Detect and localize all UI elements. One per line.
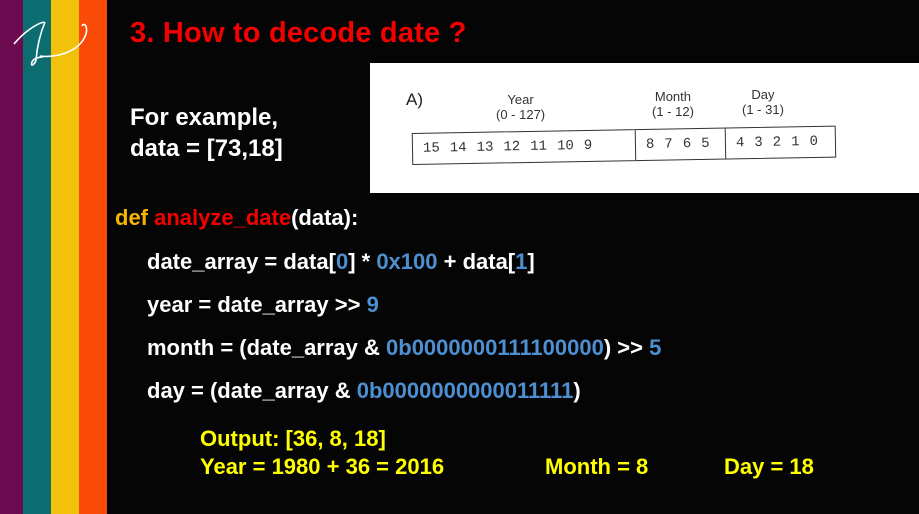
example-line-1: For example, — [130, 104, 279, 131]
bit-segment-year: 15 14 13 12 11 10 9 — [413, 130, 635, 164]
output-month: Month = 8 — [545, 454, 649, 479]
output-result-line: Year = 1980 + 36 = 2016 Month = 8 Day = … — [200, 454, 814, 480]
bit-layout-diagram: A) Year (0 - 127) Month (1 - 12) Day (1 … — [370, 63, 919, 193]
field-header-year: Year (0 - 127) — [496, 92, 545, 122]
bit-cell: 15 — [422, 140, 440, 157]
code-number: 0x100 — [376, 249, 438, 274]
bit-box: 15 14 13 12 11 10 9 8 7 6 5 4 3 2 1 0 — [411, 125, 837, 165]
code-text: ) — [573, 378, 581, 403]
output-day: Day = 18 — [724, 454, 814, 479]
field-name: Month — [654, 89, 692, 104]
bit-cell: 7 — [664, 136, 673, 153]
bit-cell: 13 — [476, 139, 494, 156]
code-line-date-array: date_array = data[0] * 0x100 + data[1] — [147, 249, 535, 275]
code-line-day: day = (date_array & 0b0000000000011111) — [147, 378, 581, 404]
output-line: Output: [36, 8, 18] — [200, 426, 386, 451]
code-number: 0b0000000111100000 — [386, 335, 604, 360]
code-text: day = (date_array & — [147, 378, 357, 403]
bit-cell: 2 — [772, 134, 782, 151]
stripe-teal — [23, 0, 51, 514]
stripe-yellow — [51, 0, 79, 514]
code-text: + data[ — [437, 249, 516, 274]
output-year: Year = 1980 + 36 = 2016 — [200, 454, 445, 479]
slide-title: 3. How to decode date ? — [130, 17, 467, 49]
code-keyword: def — [115, 205, 148, 230]
bit-cell: 4 — [735, 135, 745, 152]
code-text: ] — [527, 249, 535, 274]
bit-segment-month: 8 7 6 5 — [634, 128, 726, 161]
code-line-month: month = (date_array & 0b0000000111100000… — [147, 335, 661, 361]
code-line-def: def analyze_date(data): — [115, 205, 358, 231]
code-number: 9 — [366, 292, 379, 317]
bit-cell: 11 — [530, 138, 548, 155]
bit-cell: 6 — [682, 136, 692, 153]
stripe-purple — [0, 0, 23, 514]
field-name: Year — [507, 92, 534, 107]
field-header-month: Month (1 - 12) — [652, 89, 694, 119]
code-function-name: analyze_date — [154, 205, 292, 230]
bit-cell: 1 — [791, 134, 800, 151]
bit-cell: 0 — [809, 133, 819, 151]
bit-cell: 12 — [503, 139, 521, 156]
example-line-2: data = [73,18] — [130, 135, 283, 162]
code-text: ] * — [348, 249, 377, 274]
bit-segment-day: 4 3 2 1 0 — [724, 126, 836, 159]
bit-cell: 14 — [449, 140, 467, 157]
bit-cell: 5 — [701, 135, 710, 152]
field-range: (1 - 31) — [742, 102, 784, 117]
stripe-orange — [79, 0, 107, 514]
code-number: 0 — [335, 249, 349, 274]
code-number: 1 — [515, 249, 528, 274]
diagram-label: A) — [406, 90, 423, 109]
code-text: ) >> — [603, 335, 650, 360]
code-text: month = (date_array & — [147, 335, 387, 360]
code-text: year = date_array >> — [147, 292, 367, 317]
code-text: date_array = data[ — [147, 249, 336, 274]
code-line-year: year = date_array >> 9 — [147, 292, 379, 318]
bit-cell: 3 — [754, 134, 763, 152]
code-number: 0b0000000000011111 — [356, 378, 574, 403]
bit-cell: 10 — [556, 138, 574, 155]
bit-cell: 9 — [583, 137, 593, 154]
field-range: (0 - 127) — [496, 107, 546, 122]
field-range: (1 - 12) — [652, 104, 694, 119]
signature-logo-icon — [13, 21, 88, 66]
field-name: Day — [751, 87, 775, 102]
example-text: For example, data = [73,18] — [130, 102, 283, 164]
code-text: (data): — [291, 205, 359, 230]
code-number: 5 — [649, 335, 662, 360]
field-header-day: Day (1 - 31) — [742, 87, 784, 117]
bit-cell: 8 — [645, 136, 655, 153]
